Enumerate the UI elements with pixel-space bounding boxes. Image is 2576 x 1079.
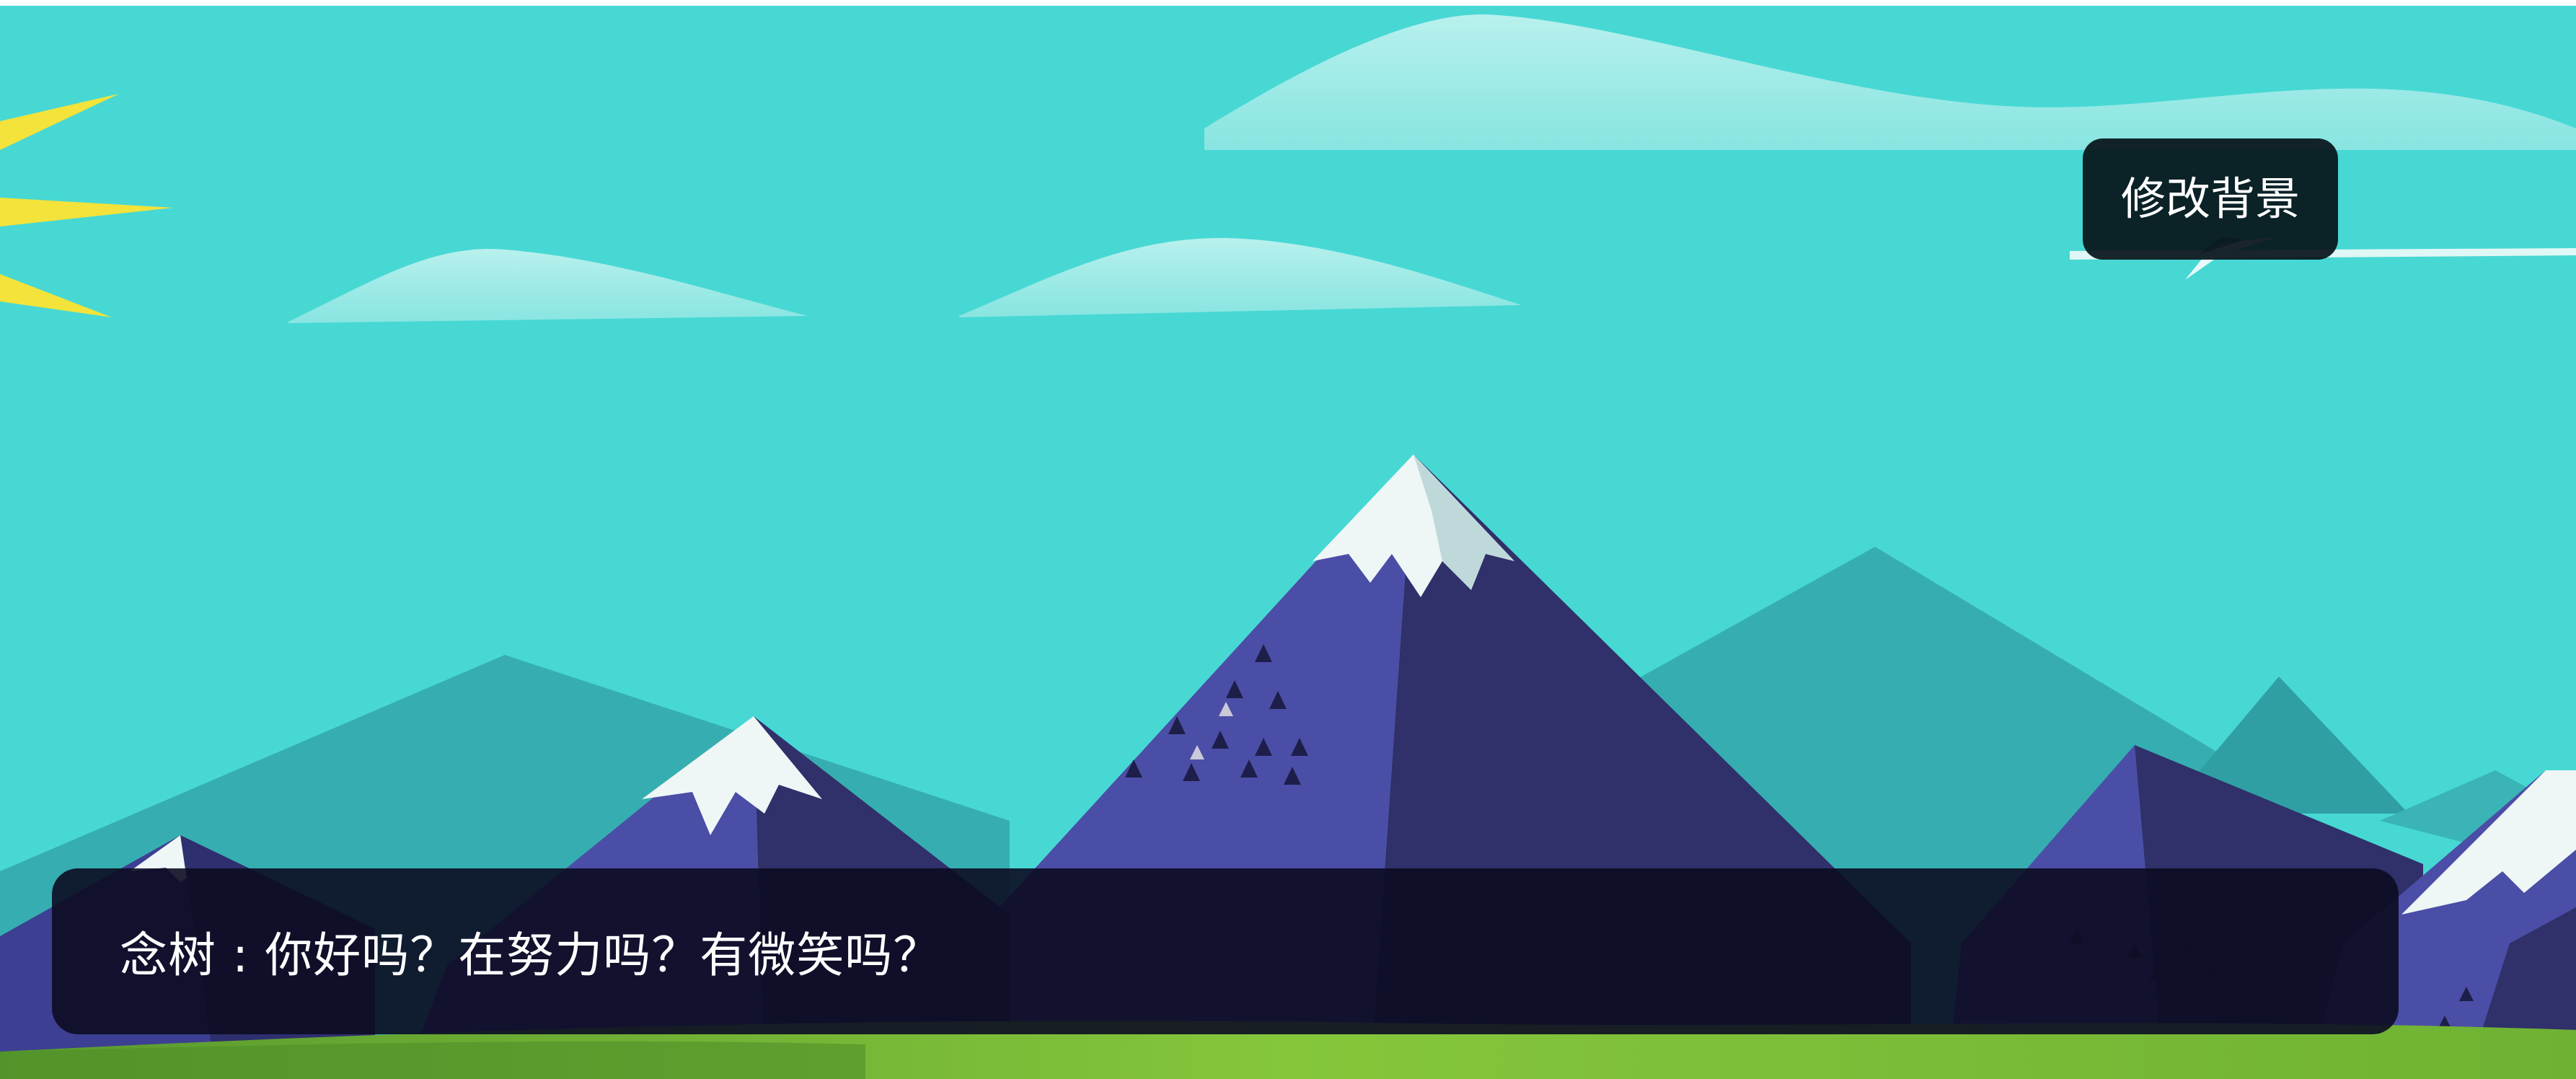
- top-border: [0, 0, 2576, 6]
- dialog-box[interactable]: 念树 : 你好吗？在努力吗？有微笑吗？: [52, 868, 2399, 1034]
- game-stage: 修改背景 念树 : 你好吗？在努力吗？有微笑吗？: [0, 0, 2576, 1079]
- dialog-text: 念树 : 你好吗？在努力吗？有微笑吗？: [120, 928, 942, 983]
- change-background-button[interactable]: 修改背景: [2083, 138, 2338, 260]
